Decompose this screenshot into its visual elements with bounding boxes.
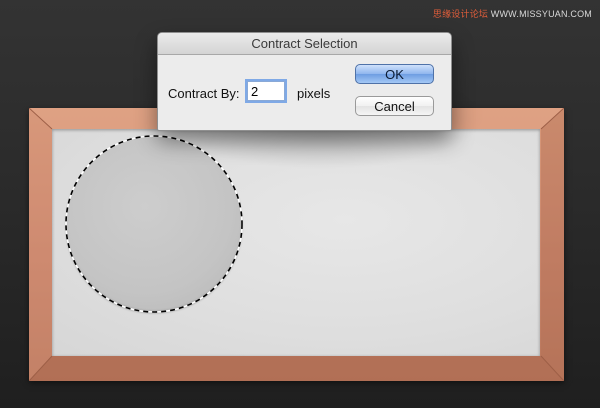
- ok-button[interactable]: OK: [355, 64, 434, 84]
- wooden-frame: [29, 108, 564, 381]
- contract-selection-dialog: Contract Selection Contract By: pixels O…: [157, 32, 452, 131]
- canvas-surface[interactable]: [52, 129, 540, 356]
- pixels-unit-label: pixels: [297, 86, 331, 101]
- watermark: 思缘设计论坛 WWW.MISSYUAN.COM: [433, 7, 592, 20]
- dialog-title[interactable]: Contract Selection: [158, 33, 451, 55]
- watermark-site: WWW.MISSYUAN.COM: [490, 9, 592, 19]
- cancel-button[interactable]: Cancel: [355, 96, 434, 116]
- contract-by-input[interactable]: [247, 81, 285, 101]
- contract-by-label: Contract By:: [168, 86, 240, 101]
- watermark-text: 思缘设计论坛: [432, 9, 489, 19]
- selection-marquee: [65, 135, 243, 313]
